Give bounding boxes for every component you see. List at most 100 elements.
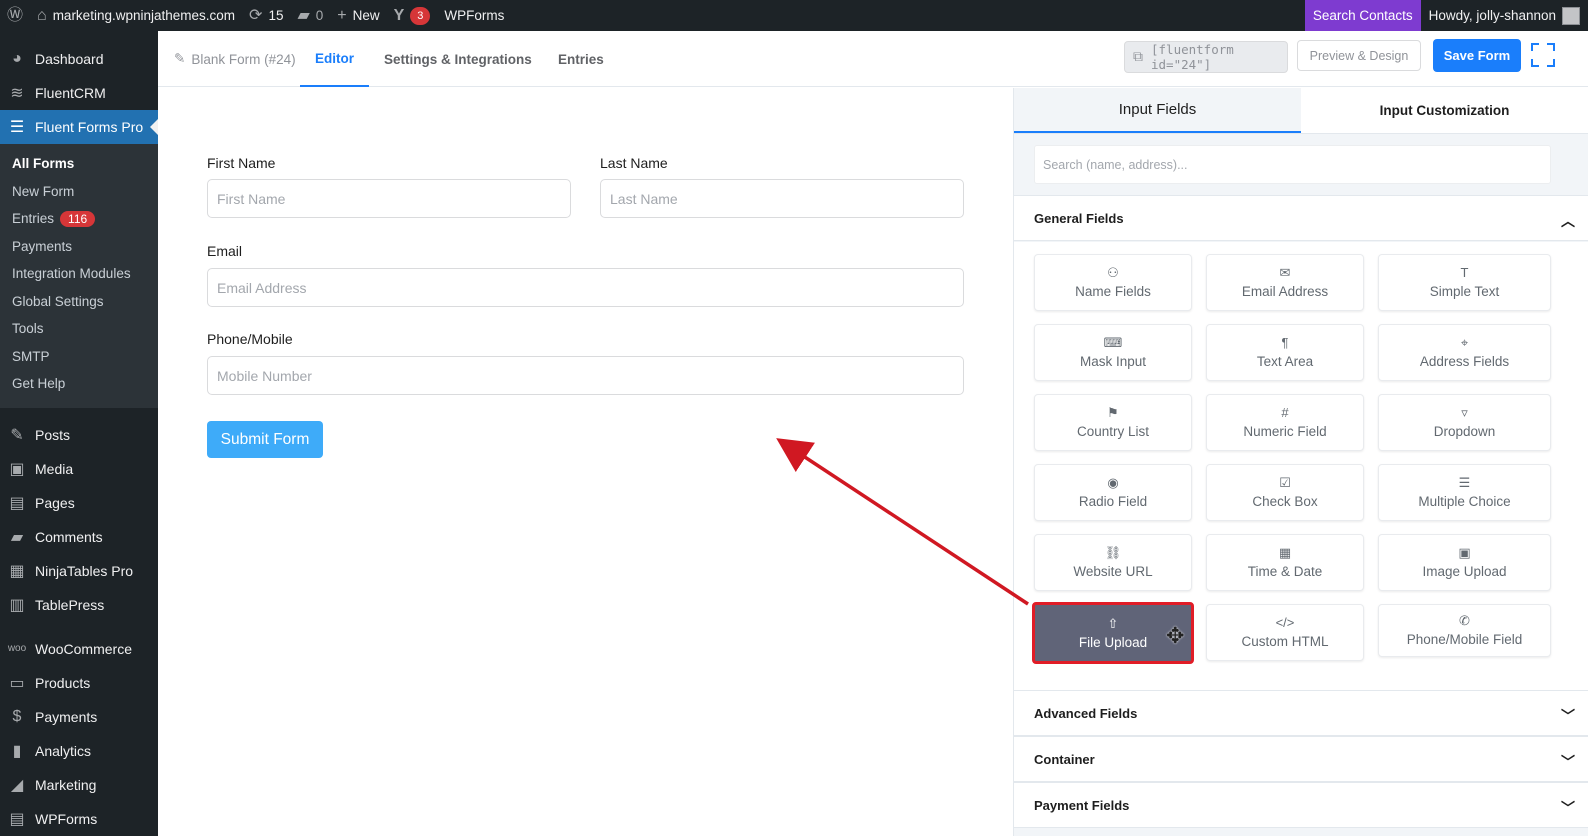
menu-label: WPForms — [35, 810, 98, 827]
menu-label: FluentCRM — [35, 85, 106, 101]
field-time-date[interactable]: ▦ Time & Date — [1206, 534, 1364, 591]
submenu-label: New Form — [12, 183, 75, 199]
field-simple-text[interactable]: T Simple Text — [1378, 254, 1551, 311]
field-radio-field[interactable]: ◉ Radio Field — [1034, 464, 1192, 521]
tab-input-fields[interactable]: Input Fields — [1014, 88, 1301, 133]
form-name: Blank Form (#24) — [191, 51, 296, 67]
placeholder: Mobile Number — [217, 367, 312, 384]
submit-form-button[interactable]: Submit Form — [207, 421, 323, 458]
field-check-box[interactable]: ☑ Check Box — [1206, 464, 1364, 521]
field-text-area[interactable]: ¶ Text Area — [1206, 324, 1364, 381]
field-search-input[interactable]: Search (name, address)... — [1034, 145, 1551, 184]
menu-payments[interactable]: $ Payments — [0, 700, 158, 734]
submenu-payments[interactable]: Payments — [0, 233, 158, 261]
menu-dashboard[interactable]: ◕ Dashboard — [0, 42, 158, 76]
menu-pages[interactable]: ▤ Pages — [0, 486, 158, 520]
advanced-fields-header[interactable]: Advanced Fields ﹀ — [1014, 690, 1588, 736]
preview-design-button[interactable]: Preview & Design — [1297, 40, 1421, 71]
fullscreen-icon[interactable] — [1531, 43, 1555, 67]
submenu-get-help[interactable]: Get Help — [0, 370, 158, 398]
pages-icon: ▤ — [9, 494, 25, 512]
menu-posts[interactable]: ✎ Posts — [0, 418, 158, 452]
panel-tabs: Input Fields Input Customization — [1014, 88, 1588, 134]
menu-media[interactable]: ▣ Media — [0, 452, 158, 486]
field-label: Mask Input — [1079, 354, 1147, 369]
flag-icon: ⚑ — [1107, 405, 1119, 420]
field-file-upload[interactable]: ⇧ File Upload ✥ — [1032, 602, 1194, 664]
new-content-link[interactable]: + New — [330, 0, 386, 31]
placeholder: Email Address — [217, 279, 307, 296]
field-dropdown[interactable]: ▿ Dropdown — [1378, 394, 1551, 451]
submenu-new-form[interactable]: New Form — [0, 178, 158, 206]
fields-panel: Input Fields Input Customization Search … — [1013, 88, 1588, 836]
field-image-upload[interactable]: ▣ Image Upload — [1378, 534, 1551, 591]
field-phone-mobile[interactable]: ✆ Phone/Mobile Field — [1378, 604, 1551, 657]
search-contacts-button[interactable]: Search Contacts — [1304, 0, 1421, 31]
fluent-forms-submenu: All Forms New Form Entries 116 Payments I… — [0, 144, 158, 408]
tab-input-customization[interactable]: Input Customization — [1301, 88, 1588, 133]
table-icon: ▦ — [9, 562, 25, 580]
phone-input[interactable]: Mobile Number — [207, 356, 964, 395]
menu-marketing[interactable]: ◢ Marketing — [0, 768, 158, 802]
updates-link[interactable]: ⟳ 15 — [242, 0, 290, 31]
container-header[interactable]: Container ﹀ — [1014, 736, 1588, 782]
move-cursor-icon: ✥ — [1166, 623, 1185, 648]
admin-sidebar: ◕ Dashboard ≋ FluentCRM ☰ Fluent Forms P… — [0, 31, 158, 836]
field-custom-html[interactable]: </> Custom HTML — [1206, 604, 1364, 661]
site-name-link[interactable]: ⌂ marketing.wpninjathemes.com — [30, 0, 242, 31]
menu-wpforms[interactable]: ▤ WPForms — [0, 802, 158, 836]
comments-link[interactable]: ▰ 0 — [290, 0, 330, 31]
field-website-url[interactable]: ⛓ Website URL — [1034, 534, 1192, 591]
phone-icon: ✆ — [1459, 613, 1470, 628]
save-form-button[interactable]: Save Form — [1433, 39, 1521, 72]
menu-tablepress[interactable]: ▥ TablePress — [0, 588, 158, 622]
field-address-fields[interactable]: ⌖ Address Fields — [1378, 324, 1551, 381]
general-fields-header[interactable]: General Fields ︿ — [1014, 195, 1588, 241]
form-name-link[interactable]: ✎ Blank Form (#24) — [174, 31, 296, 87]
tab-entries[interactable]: Entries — [558, 31, 604, 87]
submenu-smtp[interactable]: SMTP — [0, 343, 158, 371]
submenu-entries[interactable]: Entries 116 — [0, 205, 158, 233]
account-menu[interactable]: Howdy, jolly-shannon — [1421, 0, 1588, 31]
wordpress-logo[interactable]: Ⓦ — [0, 0, 30, 31]
menu-ninjatables[interactable]: ▦ NinjaTables Pro — [0, 554, 158, 588]
submenu-label: All Forms — [12, 156, 75, 172]
submenu-tools[interactable]: Tools — [0, 315, 158, 343]
field-mask-input[interactable]: ⌨ Mask Input — [1034, 324, 1192, 381]
menu-fluent-forms-pro[interactable]: ☰ Fluent Forms Pro — [0, 110, 158, 144]
submenu-integration-modules[interactable]: Integration Modules — [0, 260, 158, 288]
field-country-list[interactable]: ⚑ Country List — [1034, 394, 1192, 451]
menu-analytics[interactable]: ▮ Analytics — [0, 734, 158, 768]
map-pin-icon: ⌖ — [1460, 335, 1469, 350]
yoast-badge: 3 — [410, 6, 431, 25]
menu-comments[interactable]: ▰ Comments — [0, 520, 158, 554]
menu-label: Analytics — [35, 742, 92, 759]
field-multiple-choice[interactable]: ☰ Multiple Choice — [1378, 464, 1551, 521]
field-numeric-field[interactable]: # Numeric Field — [1206, 394, 1364, 451]
menu-products[interactable]: ▭ Products — [0, 666, 158, 700]
keyboard-icon: ⌨ — [1103, 335, 1123, 350]
menu-woocommerce[interactable]: woo WooCommerce — [0, 632, 158, 666]
menu-label: NinjaTables Pro — [35, 562, 134, 579]
pin-icon: ✎ — [10, 426, 24, 444]
submenu-global-settings[interactable]: Global Settings — [0, 288, 158, 316]
wpforms-link[interactable]: WPForms — [437, 0, 511, 31]
placeholder: First Name — [217, 190, 286, 207]
email-input[interactable]: Email Address — [207, 268, 964, 307]
phone-label: Phone/Mobile — [207, 331, 293, 347]
first-name-input[interactable]: First Name — [207, 179, 571, 218]
field-email-address[interactable]: ✉ Email Address — [1206, 254, 1364, 311]
menu-fluentcrm[interactable]: ≋ FluentCRM — [0, 76, 158, 110]
section-title: General Fields — [1034, 210, 1124, 226]
yoast-link[interactable]: Y 3 — [387, 0, 438, 31]
submenu-all-forms[interactable]: All Forms — [0, 150, 158, 178]
bar-chart-icon: ▮ — [12, 742, 22, 760]
tab-settings-integrations[interactable]: Settings & Integrations — [384, 31, 532, 87]
shortcode-copy[interactable]: ⧉ [fluentform id="24"] — [1124, 41, 1288, 73]
last-name-input[interactable]: Last Name — [600, 179, 964, 218]
payment-fields-header[interactable]: Payment Fields ﹀ — [1014, 782, 1588, 828]
field-name-fields[interactable]: ⚇ Name Fields — [1034, 254, 1192, 311]
list-icon: ☰ — [1458, 475, 1471, 490]
home-icon: ⌂ — [37, 6, 47, 24]
tab-editor[interactable]: Editor — [300, 31, 369, 87]
